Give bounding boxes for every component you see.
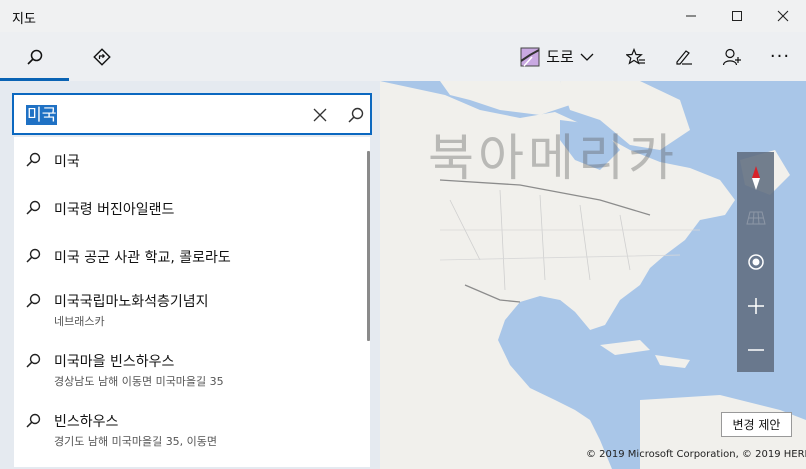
road-map-icon bbox=[520, 47, 540, 66]
result-subtitle: 경상남도 남해 이동면 미국마을길 35 bbox=[54, 375, 224, 388]
search-panel: 미국 미국 미국령 버진아일랜드 미국 공군 사관 학교, 콜로라도 미국국립마… bbox=[0, 81, 380, 469]
result-title: 미국국립마노화석층기념지 bbox=[54, 294, 209, 310]
tilt-button[interactable] bbox=[737, 198, 774, 238]
ink-pen-icon bbox=[676, 49, 692, 65]
result-title: 미국 공군 사관 학교, 콜로라도 bbox=[54, 250, 231, 266]
search-input-value[interactable]: 미국 bbox=[26, 105, 58, 125]
search-result-item[interactable]: 미국령 버진아일랜드 bbox=[14, 185, 370, 233]
map-type-button[interactable]: 도로 bbox=[512, 32, 602, 81]
search-icon bbox=[26, 152, 41, 167]
search-result-item[interactable]: 미국 공군 사관 학교, 콜로라도 bbox=[14, 233, 370, 281]
app-title: 지도 bbox=[12, 12, 36, 27]
clear-search-button[interactable] bbox=[306, 101, 334, 129]
maximize-button[interactable] bbox=[714, 0, 760, 32]
search-icon bbox=[26, 353, 41, 368]
more-button[interactable]: ··· bbox=[758, 32, 802, 81]
directions-icon bbox=[93, 47, 111, 66]
search-icon bbox=[348, 107, 364, 123]
search-result-item[interactable]: 빈스하우스 경기도 남해 미국마을길 35, 이동면 bbox=[14, 403, 370, 461]
results-scrollbar[interactable] bbox=[367, 151, 370, 341]
minimize-button[interactable] bbox=[668, 0, 714, 32]
region-label: 북아메리카 bbox=[428, 129, 678, 187]
search-submit-button[interactable] bbox=[342, 101, 370, 129]
minus-icon bbox=[747, 349, 764, 351]
chevron-down-icon bbox=[580, 53, 594, 61]
close-icon bbox=[313, 108, 327, 122]
zoom-out-button[interactable] bbox=[737, 330, 774, 370]
compass-icon bbox=[751, 166, 760, 190]
favorites-button[interactable] bbox=[614, 32, 658, 81]
person-add-icon bbox=[722, 48, 741, 65]
command-bar: 도로 ··· bbox=[0, 32, 806, 81]
location-target-icon bbox=[747, 254, 764, 270]
close-window-button[interactable] bbox=[760, 0, 806, 32]
tab-directions[interactable] bbox=[69, 32, 135, 81]
close-icon bbox=[777, 10, 789, 22]
search-icon bbox=[26, 413, 41, 428]
minimize-icon bbox=[686, 15, 696, 17]
result-title: 빈스하우스 bbox=[54, 414, 119, 430]
tab-search[interactable] bbox=[0, 32, 69, 81]
my-location-button[interactable] bbox=[737, 242, 774, 282]
result-title: 미국령 버진아일랜드 bbox=[54, 202, 175, 218]
map-controls bbox=[737, 152, 774, 372]
ink-button[interactable] bbox=[662, 32, 706, 81]
result-title: 미국마을 빈스하우스 bbox=[54, 354, 175, 370]
map-type-label: 도로 bbox=[546, 48, 574, 66]
search-result-item[interactable]: 미국국립마노화석층기념지 네브래스카 bbox=[14, 283, 370, 341]
result-subtitle: 네브래스카 bbox=[54, 315, 105, 328]
search-result-item[interactable]: 미국마을 빈스하우스 경상남도 남해 이동면 미국마을길 35 bbox=[14, 343, 370, 401]
search-results-list: 미국 미국령 버진아일랜드 미국 공군 사관 학교, 콜로라도 미국국립마노화석… bbox=[14, 137, 370, 467]
search-icon bbox=[26, 200, 41, 215]
search-icon bbox=[26, 49, 42, 65]
search-icon bbox=[26, 248, 41, 263]
favorites-icon bbox=[626, 47, 645, 65]
zoom-in-button[interactable] bbox=[737, 286, 774, 326]
sign-in-button[interactable] bbox=[710, 32, 754, 81]
tilt-grid-icon bbox=[745, 211, 766, 225]
result-title: 미국 bbox=[54, 154, 80, 170]
search-input[interactable]: 미국 bbox=[12, 93, 372, 135]
result-subtitle: 경기도 남해 미국마을길 35, 이동면 bbox=[54, 435, 218, 448]
maximize-icon bbox=[732, 11, 742, 21]
copyright-text: © 2019 Microsoft Corporation, © 2019 HER… bbox=[586, 449, 806, 460]
search-result-item[interactable]: 미국 bbox=[14, 137, 370, 185]
plus-icon bbox=[747, 298, 764, 314]
search-icon bbox=[26, 293, 41, 308]
suggest-change-button[interactable]: 변경 제안 bbox=[721, 412, 792, 437]
title-bar: 지도 bbox=[0, 0, 806, 32]
compass-button[interactable] bbox=[737, 158, 774, 198]
